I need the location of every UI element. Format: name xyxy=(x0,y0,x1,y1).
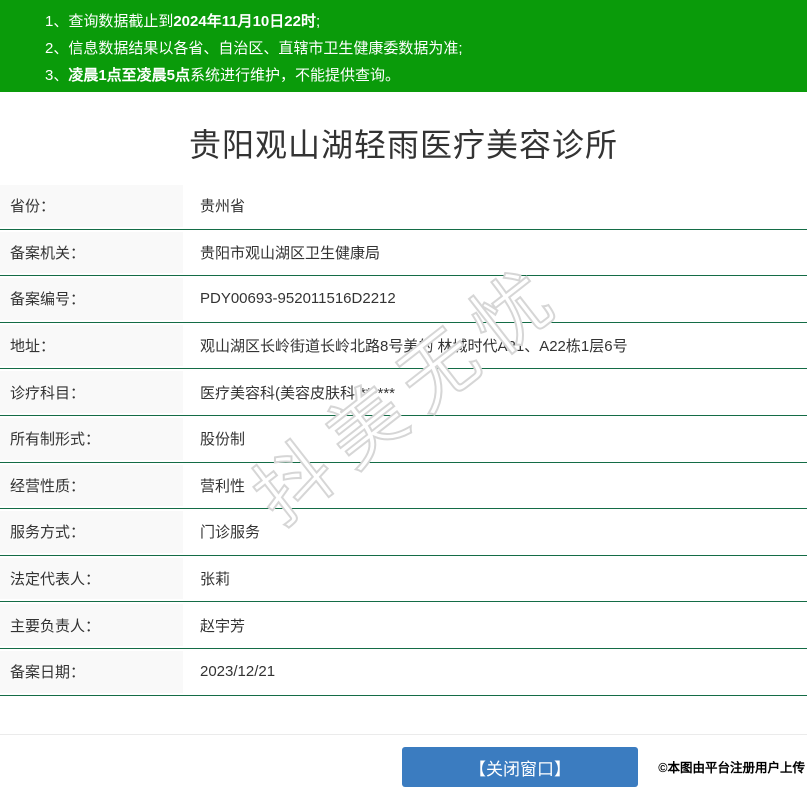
table-row-principal: 主要负责人： 赵宇芳 xyxy=(0,602,807,649)
row-value: 赵宇芳 xyxy=(200,617,246,635)
close-window-button[interactable]: 【关闭窗口】 xyxy=(402,747,638,787)
row-value: 门诊服务 xyxy=(200,524,261,542)
table-row-operating-nature: 经营性质： 营利性 xyxy=(0,463,807,510)
notice-3-suffix: 系统进行维护，不能提供查询。 xyxy=(190,67,401,84)
upload-credit: ©本图由平台注册用户上传 xyxy=(658,761,805,775)
row-value: PDY00693-952011516D2212 xyxy=(200,290,396,308)
notice-banner: 1、查询数据截止到2024年11月10日22时; 2、信息数据结果以各省、自治区… xyxy=(0,0,807,92)
table-row-filing-date: 备案日期： 2023/12/21 xyxy=(0,649,807,696)
table-row-service-mode: 服务方式： 门诊服务 xyxy=(0,509,807,556)
table-row-legal-representative: 法定代表人： 张莉 xyxy=(0,556,807,603)
facility-title: 贵阳观山湖轻雨医疗美容诊所 xyxy=(188,127,618,163)
row-value: 医疗美容科(美容皮肤科)****** xyxy=(200,384,396,402)
table-row-province: 省份： 贵州省 xyxy=(0,183,807,230)
table-row-address: 地址： 观山湖区长岭街道长岭北路8号美的 林城时代A21、A22栋1层6号 xyxy=(0,323,807,370)
row-label: 诊疗科目： xyxy=(0,369,183,415)
row-value: 2023/12/21 xyxy=(200,663,276,681)
notice-1-bold-date: 2024年11月10日22时 xyxy=(173,13,316,30)
table-row-ownership-form: 所有制形式： 股份制 xyxy=(0,416,807,463)
info-table: 省份： 贵州省 备案机关： 贵阳市观山湖区卫生健康局 备案编号： PDY0069… xyxy=(0,183,807,696)
bottom-divider xyxy=(0,734,807,735)
row-label: 法定代表人： xyxy=(0,556,183,602)
row-label: 备案机关： xyxy=(0,230,183,276)
row-label: 省份： xyxy=(0,183,183,229)
notice-2-text: 2、信息数据结果以各省、自治区、直辖市卫生健康委数据为准; xyxy=(45,40,463,57)
notice-3-prefix: 3、 xyxy=(45,67,69,84)
table-row-treatment-subjects: 诊疗科目： 医疗美容科(美容皮肤科)****** xyxy=(0,369,807,416)
table-row-filing-number: 备案编号： PDY00693-952011516D2212 xyxy=(0,276,807,323)
notice-1-text: 1、查询数据截止到 xyxy=(45,13,174,30)
row-label: 备案日期： xyxy=(0,649,183,695)
row-label: 所有制形式： xyxy=(0,416,183,462)
notice-1-suffix: ; xyxy=(315,13,321,30)
row-value: 张莉 xyxy=(200,571,231,589)
row-label: 主要负责人： xyxy=(0,602,183,648)
table-row-filing-authority: 备案机关： 贵阳市观山湖区卫生健康局 xyxy=(0,230,807,277)
notice-line-1: 1、查询数据截止到2024年11月10日22时; xyxy=(45,8,797,35)
row-value: 观山湖区长岭街道长岭北路8号美的 林城时代A21、A22栋1层6号 xyxy=(200,338,628,356)
notice-line-2: 2、信息数据结果以各省、自治区、直辖市卫生健康委数据为准; xyxy=(45,35,797,62)
row-value: 贵阳市观山湖区卫生健康局 xyxy=(200,244,381,262)
notice-line-3: 3、凌晨1点至凌晨5点系统进行维护，不能提供查询。 xyxy=(45,62,797,89)
row-label: 地址： xyxy=(0,323,183,369)
row-value: 股份制 xyxy=(200,431,246,449)
row-label: 经营性质： xyxy=(0,463,183,509)
row-value: 贵州省 xyxy=(200,198,246,216)
row-label: 备案编号： xyxy=(0,276,183,322)
row-value: 营利性 xyxy=(200,477,246,495)
notice-3-bold-time: 凌晨1点至凌晨5点 xyxy=(68,67,191,84)
row-label: 服务方式： xyxy=(0,509,183,555)
